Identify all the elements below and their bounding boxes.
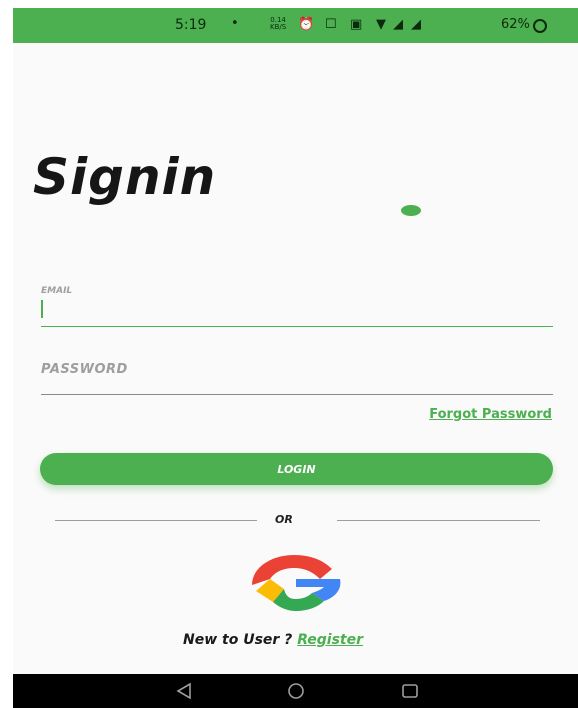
or-separator: OR [275, 513, 293, 526]
google-g-icon[interactable] [250, 555, 344, 611]
signal-icon-1: ◢ [393, 17, 403, 32]
divider-left [55, 520, 257, 521]
square-recents-icon[interactable] [401, 682, 419, 700]
register-prompt-text: New to User ? [183, 632, 298, 648]
battery-saver-icon [533, 19, 547, 33]
page-title: Signin [33, 148, 217, 206]
screenshot-icon: ☐ [325, 17, 337, 32]
signal-icon-2: ◢ [411, 17, 421, 32]
triangle-back-icon[interactable] [175, 682, 193, 700]
forgot-password-link[interactable]: Forgot Password [429, 407, 552, 422]
network-speed-unit: KB/S [270, 23, 287, 31]
battery-level: 62% [501, 17, 530, 32]
divider-right [337, 520, 540, 521]
network-speed: 0.14 KB/S [270, 17, 286, 31]
notification-dot: • [231, 16, 239, 31]
password-field[interactable] [41, 368, 553, 395]
phone-screen: 5:19 • 0.14 KB/S ⏰ ☐ ▣ ▼ ◢ ◢ 62% Signin … [13, 8, 578, 708]
status-bar: 5:19 • 0.14 KB/S ⏰ ☐ ▣ ▼ ◢ ◢ 62% [13, 8, 578, 43]
accent-dot [401, 205, 421, 216]
login-button[interactable]: LOGIN [40, 453, 553, 485]
register-link[interactable]: Register [297, 632, 363, 648]
status-time: 5:19 [175, 17, 207, 33]
circle-home-icon[interactable] [287, 682, 305, 700]
email-field[interactable] [41, 300, 553, 327]
text-caret [41, 300, 43, 318]
email-label: EMAIL [41, 286, 73, 296]
register-prompt: New to User ? Register [183, 632, 363, 648]
alarm-icon: ⏰ [298, 17, 315, 32]
wifi-icon: ▼ [376, 17, 386, 32]
navigation-bar [13, 674, 578, 708]
volte-icon: ▣ [350, 17, 363, 32]
